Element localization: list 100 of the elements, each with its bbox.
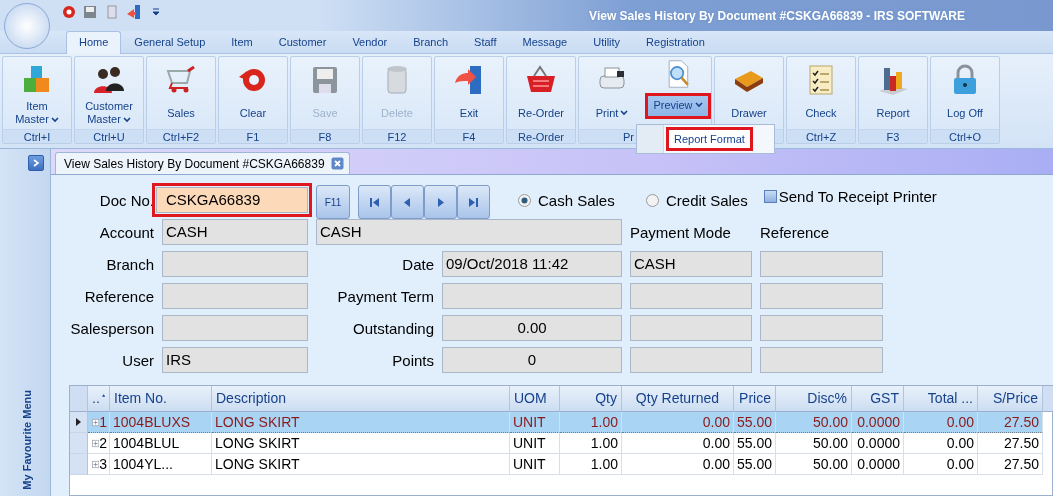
table-cell: LONG SKIRT [212,433,510,454]
row-number: 3 [99,456,107,472]
ribbon-tab[interactable]: Item [218,31,266,54]
shortcut-label: F1 [246,130,260,143]
expand-icon[interactable] [92,417,100,427]
nav-button[interactable] [424,185,457,219]
field-label: Branch [105,255,154,273]
table-cell: 27.50 [978,412,1043,433]
ribbon-tab[interactable]: Registration [633,31,718,54]
ribbon-button[interactable]: Clear [219,57,287,129]
ribbon-button[interactable]: Customer Master [75,57,143,129]
first-record-icon [369,196,380,208]
table-cell: 1004YL... [110,454,212,475]
text-field[interactable] [630,315,752,341]
field-label: Salesperson [69,319,154,337]
text-field[interactable]: CASH [162,219,308,245]
checkbox[interactable]: Send To Receipt Printer [763,187,937,205]
table-cell: 0.0000 [852,454,904,475]
text-field[interactable]: 0 [442,347,622,373]
table-cell: LONG SKIRT [212,412,510,433]
close-icon[interactable] [330,157,344,170]
radio-option[interactable]: Cash Sales [518,191,615,209]
text-field[interactable] [162,315,308,341]
table-cell: 0.00 [904,412,978,433]
field-label: Reference [83,287,154,305]
table-cell: 55.00 [734,454,776,475]
ribbon-tab[interactable]: Utility [580,31,634,54]
field-label: Account [98,223,154,241]
table-cell: UNIT [510,454,560,475]
expand-button[interactable] [28,155,44,171]
table-cell: 0.00 [622,433,734,454]
ribbon-button[interactable]: Print [578,57,646,129]
ribbon-tab[interactable]: Home [66,31,122,54]
ribbon-button[interactable]: Report [859,57,927,129]
table-cell: 27.50 [978,454,1043,475]
table-cell: 50.00 [776,433,852,454]
text-field[interactable]: CASH [316,219,622,245]
ribbon-tab[interactable]: Staff [461,31,510,54]
ribbon-button[interactable]: Item Master [3,57,71,129]
ribbon-button[interactable]: Sales [147,57,215,129]
ribbon-button[interactable]: Drawer [715,57,783,129]
nav-button[interactable] [457,185,490,219]
field-label: Payment Term [336,287,434,305]
shortcut-label: Ctrl+O [948,130,982,143]
table-cell: 55.00 [734,433,776,454]
preview-button[interactable]: Preview [645,93,711,119]
expand-icon[interactable] [92,438,100,448]
text-field[interactable] [162,283,308,309]
refresh-icon[interactable] [60,4,76,20]
window-title: View Sales History By Document #CSKGA66839 - IRS SOFTWARE [589,8,965,23]
table-cell: 0.00 [622,412,734,433]
table-cell: 1.00 [560,412,622,433]
text-field[interactable]: IRS [162,347,308,373]
text-field[interactable] [630,347,752,373]
ribbon-button[interactable]: Check [787,57,855,129]
ribbon-button[interactable]: Log Off [931,57,999,129]
text-field[interactable] [442,283,622,309]
table-cell: 0.00 [904,454,978,475]
ribbon-tab[interactable]: Vendor [339,31,401,54]
nav-button[interactable] [391,185,424,219]
caret-icon [620,110,629,116]
table-cell: UNIT [510,433,560,454]
field-label: Date [401,255,434,273]
text-field[interactable]: 09/Oct/2018 11:42 [442,251,622,277]
shortcut-label: Ctrl+I [23,130,51,143]
text-field[interactable] [760,347,883,373]
text-field[interactable] [162,251,308,277]
ribbon-tab[interactable]: Customer [265,31,340,54]
table-cell: 1.00 [560,433,622,454]
text-field[interactable] [760,315,883,341]
lookup-button[interactable]: F11 [316,185,350,219]
radio-option[interactable]: Credit Sales [646,191,748,209]
text-field[interactable] [760,251,883,277]
table-cell: 0.0000 [852,412,904,433]
text-field[interactable]: 0.00 [442,315,622,341]
ribbon-tab[interactable]: General Setup [121,31,219,54]
field-label: Payment Mode [630,223,732,241]
shortcut-label: Ctrl+U [93,130,125,143]
chevron-right-icon [32,159,40,167]
ribbon-button[interactable]: Re-Order [507,57,575,129]
ribbon-tab[interactable]: Message [509,31,581,54]
ribbon-button[interactable]: Exit [435,57,503,129]
table-cell: 0.00 [904,433,978,454]
sidebar-title: My Favourite Menu [21,390,33,490]
table-cell: 1004BLUXS [110,412,212,433]
menu-item[interactable]: Report Format [666,127,753,151]
caret-icon [694,102,703,108]
exit-door-icon[interactable] [126,4,142,20]
trash-can-icon[interactable] [104,4,120,20]
text-field[interactable]: CASH [630,251,752,277]
text-field[interactable] [630,283,752,309]
document-tab[interactable]: View Sales History By Document #CSKGA66839 [55,152,350,174]
nav-button[interactable] [358,185,391,219]
expand-icon[interactable] [92,459,100,469]
shortcut-label: Re-Order [518,130,564,143]
row-number: 1 [99,414,107,430]
row-pointer-icon [76,418,81,426]
table-cell: LONG SKIRT [212,454,510,475]
text-field[interactable] [760,283,883,309]
ribbon-tab[interactable]: Branch [400,31,462,54]
